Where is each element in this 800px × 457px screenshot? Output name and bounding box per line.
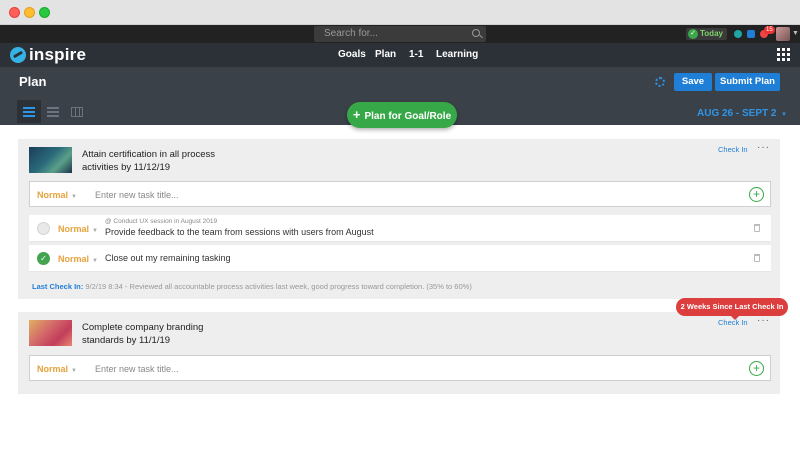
last-check-in-label: Last Check In:	[32, 282, 84, 291]
nav-learning[interactable]: Learning	[436, 43, 478, 67]
goal-title[interactable]: Complete company branding standards by 1…	[82, 321, 242, 347]
nav-goals[interactable]: Goals	[338, 43, 366, 67]
chevron-down-icon: ▼	[71, 368, 77, 374]
chevron-down-icon: ▾	[782, 111, 786, 118]
save-button[interactable]: Save	[674, 73, 712, 91]
status-icon[interactable]	[734, 30, 742, 38]
user-avatar[interactable]	[776, 27, 790, 41]
task-complete-checkbox[interactable]	[37, 222, 50, 235]
apps-grid-icon[interactable]	[777, 48, 790, 61]
add-task-button[interactable]: +	[749, 187, 764, 202]
checklist-icon	[47, 106, 59, 117]
top-system-bar: Search for... Today 15 ▼	[0, 25, 800, 43]
priority-label: Normal	[37, 190, 69, 200]
view-switcher	[17, 100, 89, 123]
window-titlebar	[0, 0, 800, 25]
trash-icon[interactable]	[754, 254, 760, 262]
goal-thumbnail	[29, 320, 72, 346]
new-task-input[interactable]: Enter new task title...	[95, 364, 179, 374]
priority-label: Normal	[37, 364, 69, 374]
list-icon	[23, 106, 35, 117]
nav-plan[interactable]: Plan	[375, 43, 396, 67]
minimize-window-button[interactable]	[24, 7, 35, 18]
submit-plan-button[interactable]: Submit Plan	[715, 73, 780, 91]
task-context: @ Conduct UX session in August 2019	[105, 218, 218, 225]
priority-dropdown[interactable]: Normal ▼	[58, 224, 98, 234]
notification-count-badge: 15	[764, 26, 775, 34]
page-title: Plan	[19, 74, 47, 89]
goal-title[interactable]: Attain certification in all process acti…	[82, 148, 242, 174]
priority-label: Normal	[58, 224, 90, 234]
goal-card: Complete company branding standards by 1…	[18, 312, 780, 394]
task-title[interactable]: Close out my remaining tasking	[105, 253, 231, 263]
list-view-tab[interactable]	[17, 100, 41, 123]
last-check-in: Last Check In: 9/2/19 8:34 - Reviewed al…	[32, 282, 472, 291]
date-range-selector[interactable]: AUG 26 - SEPT 2 ▾	[697, 108, 786, 119]
plan-button-label: Plan for Goal/Role	[364, 111, 452, 122]
new-task-row: Normal ▼ Enter new task title... +	[29, 355, 771, 381]
plan-for-goal-button[interactable]: + Plan for Goal/Role	[347, 102, 457, 128]
add-task-button[interactable]: +	[749, 361, 764, 376]
new-task-row: Normal ▼ Enter new task title... +	[29, 181, 771, 207]
task-title[interactable]: Provide feedback to the team from sessio…	[105, 227, 374, 237]
goal-card: Attain certification in all process acti…	[18, 139, 780, 299]
global-search-input[interactable]: Search for...	[314, 26, 486, 42]
overdue-check-in-badge: 2 Weeks Since Last Check In	[676, 298, 788, 320]
chevron-down-icon[interactable]: ▼	[792, 30, 799, 37]
task-row: Normal ▼ @ Conduct UX session in August 2…	[29, 215, 771, 242]
plus-icon: +	[352, 107, 361, 122]
more-options-icon[interactable]: ···	[757, 142, 770, 153]
main-navbar: inspire Goals Plan 1-1 Learning	[0, 43, 800, 67]
priority-label: Normal	[58, 254, 90, 264]
date-range-label: AUG 26 - SEPT 2	[697, 108, 777, 119]
checklist-view-tab[interactable]	[41, 100, 65, 123]
last-check-in-text: 9/2/19 8:34 - Reviewed all accountable p…	[85, 282, 472, 291]
table-icon	[71, 106, 83, 117]
nav-one-on-one[interactable]: 1-1	[409, 43, 423, 67]
trash-icon[interactable]	[754, 224, 760, 232]
priority-dropdown[interactable]: Normal ▼	[37, 364, 77, 374]
more-options-icon[interactable]: ···	[757, 315, 770, 326]
check-in-link[interactable]: Check In	[718, 145, 748, 154]
search-placeholder: Search for...	[324, 28, 378, 39]
priority-dropdown[interactable]: Normal ▼	[58, 254, 98, 264]
table-view-tab[interactable]	[65, 100, 89, 123]
close-window-button[interactable]	[9, 7, 20, 18]
search-icon	[472, 29, 480, 37]
today-status[interactable]: Today	[686, 28, 727, 40]
gear-icon[interactable]	[655, 77, 665, 87]
chat-icon[interactable]	[747, 30, 755, 38]
chevron-down-icon: ▼	[92, 258, 98, 264]
task-row: ✓ Normal ▼ Close out my remaining tasking	[29, 245, 771, 272]
priority-dropdown[interactable]: Normal ▼	[37, 190, 77, 200]
maximize-window-button[interactable]	[39, 7, 50, 18]
task-completed-checkbox[interactable]: ✓	[37, 252, 50, 265]
chevron-down-icon: ▼	[71, 194, 77, 200]
goal-thumbnail	[29, 147, 72, 173]
new-task-input[interactable]: Enter new task title...	[95, 190, 179, 200]
chevron-down-icon: ▼	[92, 228, 98, 234]
